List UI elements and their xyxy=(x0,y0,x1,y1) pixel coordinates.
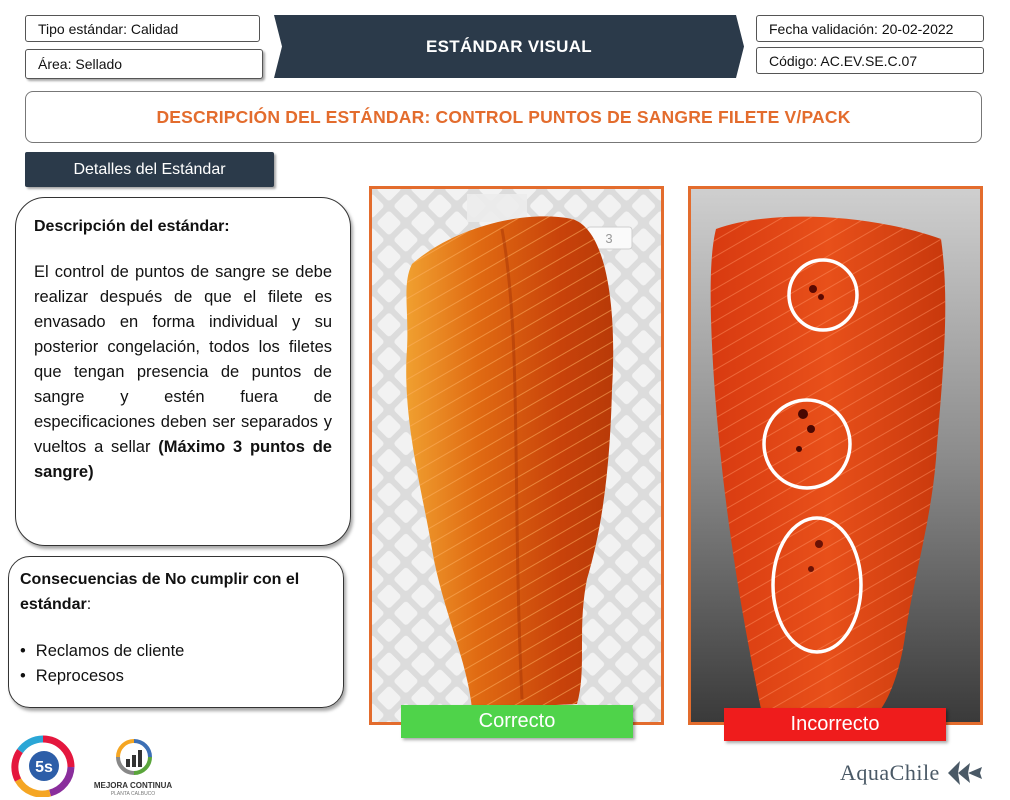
fecha-validacion-text: Fecha validación: 20-02-2022 xyxy=(769,20,954,37)
correct-fillet-photo: 3 xyxy=(369,186,664,725)
list-item: Reclamos de cliente xyxy=(20,639,333,664)
consecuencias-heading: Consecuencias de No cumplir con el están… xyxy=(20,567,333,617)
consecuencias-heading-bold: Consecuencias de No cumplir con el están… xyxy=(20,571,300,613)
description-title: DESCRIPCIÓN DEL ESTÁNDAR: CONTROL PUNTOS… xyxy=(25,91,982,143)
descripcion-body-text: El control de puntos de sangre se debe r… xyxy=(34,263,332,456)
consecuencias-list: Reclamos de cliente Reprocesos xyxy=(20,639,333,689)
codigo-field: Código: AC.EV.SE.C.07 xyxy=(756,47,984,74)
incorrect-label: Incorrecto xyxy=(724,708,946,741)
descripcion-body: El control de puntos de sangre se debe r… xyxy=(34,260,332,485)
tipo-estandar-field: Tipo estándar: Calidad xyxy=(25,15,260,42)
codigo-text: Código: AC.EV.SE.C.07 xyxy=(769,52,918,69)
banner: ESTÁNDAR VISUAL xyxy=(274,15,744,78)
five-s-text: 5s xyxy=(35,759,53,776)
aquachile-logo: AquaChile xyxy=(840,757,1005,789)
mejora-continua-logo: MEJORA CONTINUA PLANTA CALBUCO xyxy=(88,733,178,799)
detalles-estandar-button[interactable]: Detalles del Estándar xyxy=(25,152,274,187)
tipo-estandar-text: Tipo estándar: Calidad xyxy=(38,20,179,37)
area-field: Área: Sellado xyxy=(25,49,263,79)
list-item: Reprocesos xyxy=(20,664,333,689)
descripcion-heading: Descripción del estándar: xyxy=(34,218,230,235)
banner-title: ESTÁNDAR VISUAL xyxy=(425,36,592,56)
descripcion-panel: Descripción del estándar: El control de … xyxy=(15,197,351,546)
fish-icon xyxy=(947,761,982,785)
mejora-sub-text: PLANTA CALBUCO xyxy=(110,791,156,797)
five-s-logo: 5s xyxy=(10,735,76,798)
mejora-continua-text: MEJORA CONTINUA xyxy=(93,781,173,790)
incorrect-fillet-photo xyxy=(688,186,983,725)
incorrect-fillet-image xyxy=(691,189,980,722)
tray-tag-number: 3 xyxy=(605,231,612,246)
consecuencias-panel: Consecuencias de No cumplir con el están… xyxy=(8,556,344,708)
correct-fillet-image: 3 xyxy=(372,189,661,722)
area-text: Área: Sellado xyxy=(38,56,123,72)
consecuencias-heading-suffix: : xyxy=(86,596,92,613)
fecha-validacion-field: Fecha validación: 20-02-2022 xyxy=(756,15,984,42)
aquachile-text: AquaChile xyxy=(840,760,940,785)
correct-label: Correcto xyxy=(401,705,633,738)
